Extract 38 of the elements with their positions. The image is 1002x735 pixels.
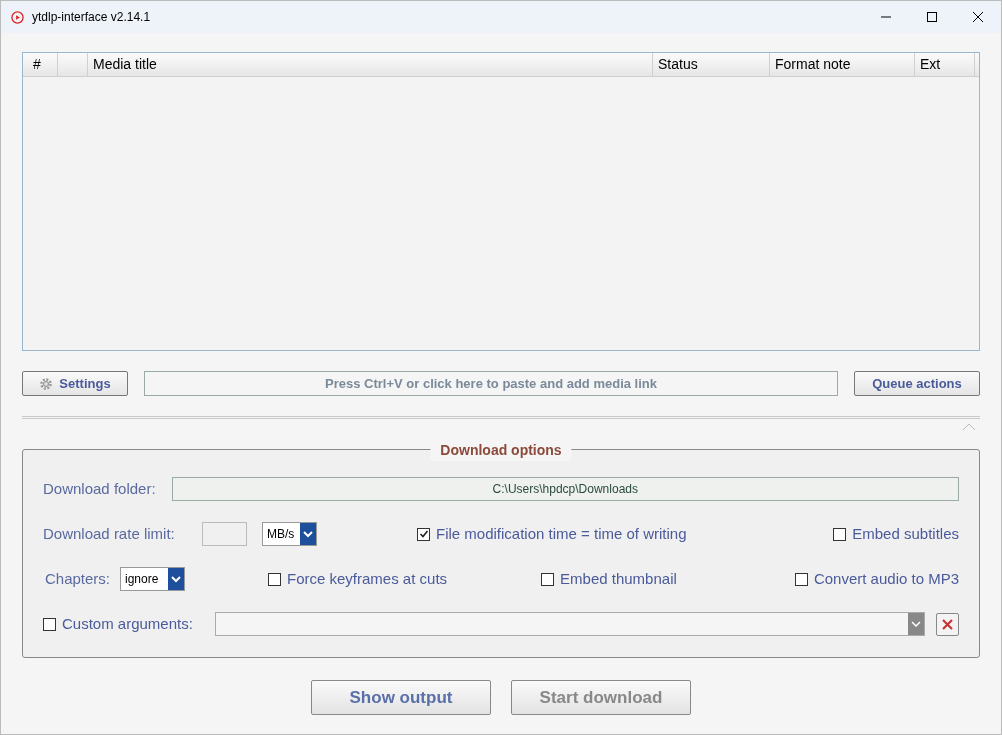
chevron-down-icon xyxy=(300,523,316,545)
column-header[interactable]: Ext xyxy=(915,53,975,76)
action-button[interactable]: Show output xyxy=(311,680,491,715)
queue-actions-button[interactable]: Queue actions xyxy=(854,371,980,396)
chevron-down-icon xyxy=(908,613,924,635)
clear-button[interactable] xyxy=(936,612,959,636)
chevron-down-icon xyxy=(168,568,184,590)
checkbox-label: File modification time = time of writing xyxy=(436,523,687,544)
checkbox[interactable] xyxy=(833,527,847,541)
field-label: Download folder: xyxy=(43,478,156,499)
checkbox-label: Embed subtitles xyxy=(852,523,959,544)
field-label: Download rate limit: xyxy=(43,523,176,544)
column-header[interactable]: Status xyxy=(653,53,770,76)
custom-arguments-field[interactable] xyxy=(214,612,925,636)
checkbox[interactable] xyxy=(794,572,808,586)
checkbox[interactable] xyxy=(541,572,555,586)
play-circle-icon xyxy=(11,10,24,24)
checkbox-label: Embed thumbnail xyxy=(560,568,677,589)
checkbox[interactable] xyxy=(268,572,281,586)
dropdown[interactable]: MB/s xyxy=(262,522,317,546)
field-label: Chapters: xyxy=(44,568,112,589)
maximize-icon xyxy=(927,12,937,22)
checkbox[interactable] xyxy=(43,617,56,631)
checkbox-label: Force keyframes at cuts xyxy=(287,568,448,589)
column-header[interactable]: Format note xyxy=(770,53,915,76)
rate-limit-field[interactable] xyxy=(202,522,247,546)
folder-field[interactable]: C:\Users\hpdcp\Downloads xyxy=(171,477,959,501)
close-icon xyxy=(973,12,983,22)
column-header[interactable]: Media title xyxy=(88,53,653,76)
settings-button[interactable]: Settings xyxy=(22,371,128,396)
close-icon xyxy=(942,618,953,630)
checkbox-label: Convert audio to MP3 xyxy=(813,568,959,589)
dropdown[interactable]: ignore xyxy=(120,567,185,591)
checkbox[interactable] xyxy=(417,527,430,541)
column-header[interactable]: # xyxy=(23,53,58,76)
window-title: ytdlp-interface v2.14.1 xyxy=(32,9,151,26)
checkbox-label: Custom arguments: xyxy=(62,613,193,634)
gear-icon xyxy=(39,376,54,391)
